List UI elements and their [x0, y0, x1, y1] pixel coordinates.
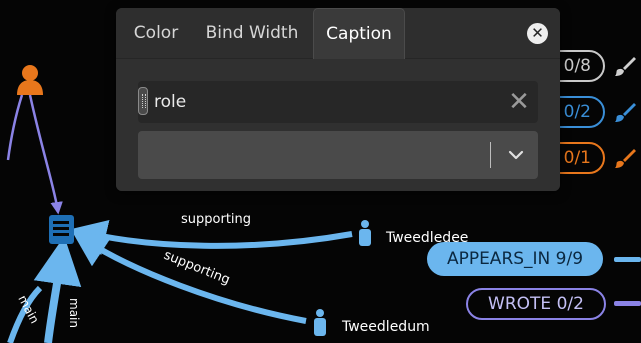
brush-icon[interactable]	[614, 101, 636, 123]
edge-tweedledum-book[interactable]	[72, 231, 307, 324]
drag-handle-icon[interactable]	[138, 87, 148, 115]
edge-wrote[interactable]	[28, 94, 63, 215]
legend-pill-wrote[interactable]: WROTE 0/2	[466, 288, 606, 320]
legend-label-wrote: WROTE 0/2	[488, 294, 584, 314]
edge-wrote-partial[interactable]	[6, 94, 24, 161]
legend-pill-appears-in[interactable]: APPEARS_IN 9/9	[427, 242, 603, 276]
person-icon	[314, 309, 326, 336]
brush-icon[interactable]	[614, 55, 636, 77]
author-node-person-icon[interactable]	[17, 65, 43, 95]
book-node-book-icon[interactable]	[49, 215, 74, 244]
style-popup: Color Bind Width Caption ✕ role ✕	[116, 8, 560, 191]
node-label-tweedledum: Tweedledum	[341, 319, 430, 335]
tab-bind-width[interactable]: Bind Width	[196, 8, 308, 58]
appears-in-swatch	[614, 257, 641, 262]
select-divider	[490, 142, 491, 168]
person-icon	[359, 220, 371, 246]
tab-color[interactable]: Color	[116, 8, 196, 58]
edge-main-1[interactable]	[33, 236, 82, 343]
edge-label-supporting-1: supporting	[181, 212, 251, 227]
edge-tweedledee-book[interactable]	[70, 219, 353, 256]
popup-tab-bar: Color Bind Width Caption ✕	[116, 8, 560, 60]
caption-field[interactable]: role ✕	[138, 81, 538, 123]
wrote-swatch	[614, 301, 641, 306]
legend-label-appears-in: APPEARS_IN 9/9	[446, 249, 584, 269]
chevron-down-icon[interactable]	[506, 141, 526, 169]
close-icon[interactable]: ✕	[527, 23, 548, 44]
tab-caption[interactable]: Caption	[313, 8, 405, 60]
edge-label-main-1: main	[67, 298, 81, 328]
clear-caption-icon[interactable]: ✕	[506, 81, 532, 123]
caption-field-value: role	[154, 92, 187, 112]
caption-property-select[interactable]	[138, 131, 538, 179]
brush-icon[interactable]	[614, 147, 636, 169]
character-node-tweedledum[interactable]: Tweedledum	[314, 309, 430, 336]
caption-panel: role ✕	[116, 59, 560, 191]
